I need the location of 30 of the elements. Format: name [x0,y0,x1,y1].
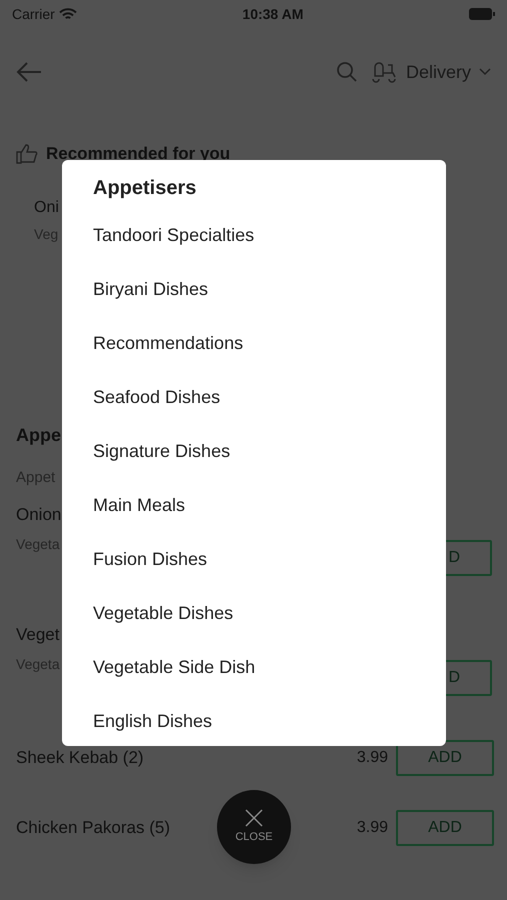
menu-item[interactable]: Tandoori Specialties [93,208,254,262]
menu-item[interactable]: Biryani Dishes [93,262,208,316]
thumbs-up-icon [16,144,38,164]
item-price: 3.99 [356,818,388,838]
carrier-label: Carrier [12,4,55,24]
wifi-icon [58,8,77,20]
item-name: Chicken Pakoras (5) [16,817,170,840]
item-name: Veget [16,624,60,646]
menu-item[interactable]: Recommendations [93,316,244,370]
battery-icon [468,8,495,20]
back-arrow-icon[interactable] [16,62,42,82]
close-button[interactable]: CLOSE [217,790,291,864]
search-icon[interactable] [336,61,358,83]
menu-item[interactable]: Vegetable Dishes [93,586,234,640]
item-name: Oni [34,198,59,218]
close-icon [245,808,263,827]
menu-item[interactable]: English Dishes [93,694,212,748]
item-price: 3.99 [356,748,388,768]
scooter-icon [370,61,398,83]
status-time: 10:38 AM [242,4,304,24]
menu-title: Appetisers [93,176,196,201]
item-name: Sheek Kebab (2) [16,747,144,770]
menu-item[interactable]: Vegetable Side Dish [93,640,256,694]
menu-item[interactable]: Fusion Dishes [93,532,208,586]
menu-item[interactable]: Main Meals [93,478,186,532]
chevron-down-icon [479,68,491,76]
menu-item[interactable]: Signature Dishes [93,424,230,478]
item-name: Onion [16,504,62,526]
menu-item[interactable]: Seafood Dishes [93,370,220,424]
section-heading: Appe [16,424,61,447]
